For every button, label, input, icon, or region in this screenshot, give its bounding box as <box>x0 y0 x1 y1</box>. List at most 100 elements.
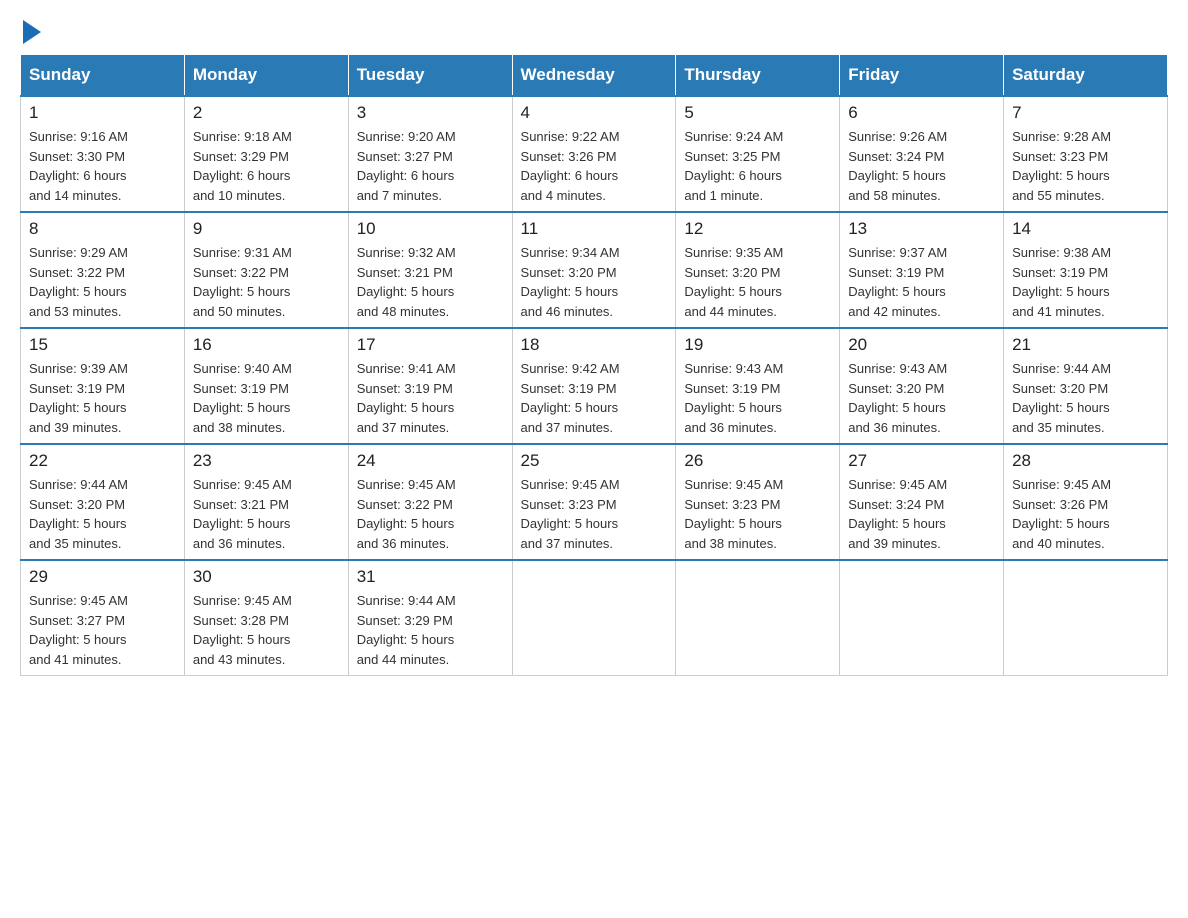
day-number: 17 <box>357 335 504 355</box>
calendar-cell: 13 Sunrise: 9:37 AMSunset: 3:19 PMDayligh… <box>840 212 1004 328</box>
calendar-cell <box>840 560 1004 676</box>
calendar-cell: 20 Sunrise: 9:43 AMSunset: 3:20 PMDayligh… <box>840 328 1004 444</box>
day-number: 5 <box>684 103 831 123</box>
day-info: Sunrise: 9:18 AMSunset: 3:29 PMDaylight:… <box>193 127 340 205</box>
day-number: 30 <box>193 567 340 587</box>
calendar-cell: 25 Sunrise: 9:45 AMSunset: 3:23 PMDayligh… <box>512 444 676 560</box>
day-number: 7 <box>1012 103 1159 123</box>
calendar-cell <box>676 560 840 676</box>
day-number: 26 <box>684 451 831 471</box>
day-info: Sunrise: 9:44 AMSunset: 3:20 PMDaylight:… <box>1012 359 1159 437</box>
day-number: 25 <box>521 451 668 471</box>
logo-arrow-icon <box>23 20 41 44</box>
day-number: 10 <box>357 219 504 239</box>
day-info: Sunrise: 9:35 AMSunset: 3:20 PMDaylight:… <box>684 243 831 321</box>
day-number: 22 <box>29 451 176 471</box>
day-number: 29 <box>29 567 176 587</box>
day-number: 19 <box>684 335 831 355</box>
calendar-cell <box>512 560 676 676</box>
day-info: Sunrise: 9:37 AMSunset: 3:19 PMDaylight:… <box>848 243 995 321</box>
day-info: Sunrise: 9:24 AMSunset: 3:25 PMDaylight:… <box>684 127 831 205</box>
day-number: 20 <box>848 335 995 355</box>
day-info: Sunrise: 9:31 AMSunset: 3:22 PMDaylight:… <box>193 243 340 321</box>
header-wednesday: Wednesday <box>512 55 676 97</box>
day-info: Sunrise: 9:28 AMSunset: 3:23 PMDaylight:… <box>1012 127 1159 205</box>
calendar-cell: 3 Sunrise: 9:20 AMSunset: 3:27 PMDaylight… <box>348 96 512 212</box>
day-number: 14 <box>1012 219 1159 239</box>
day-info: Sunrise: 9:16 AMSunset: 3:30 PMDaylight:… <box>29 127 176 205</box>
day-info: Sunrise: 9:20 AMSunset: 3:27 PMDaylight:… <box>357 127 504 205</box>
day-info: Sunrise: 9:45 AMSunset: 3:23 PMDaylight:… <box>521 475 668 553</box>
day-info: Sunrise: 9:45 AMSunset: 3:22 PMDaylight:… <box>357 475 504 553</box>
day-info: Sunrise: 9:42 AMSunset: 3:19 PMDaylight:… <box>521 359 668 437</box>
day-info: Sunrise: 9:32 AMSunset: 3:21 PMDaylight:… <box>357 243 504 321</box>
day-number: 24 <box>357 451 504 471</box>
calendar-cell: 14 Sunrise: 9:38 AMSunset: 3:19 PMDayligh… <box>1004 212 1168 328</box>
day-number: 8 <box>29 219 176 239</box>
day-info: Sunrise: 9:39 AMSunset: 3:19 PMDaylight:… <box>29 359 176 437</box>
day-number: 4 <box>521 103 668 123</box>
day-number: 3 <box>357 103 504 123</box>
day-info: Sunrise: 9:40 AMSunset: 3:19 PMDaylight:… <box>193 359 340 437</box>
day-number: 23 <box>193 451 340 471</box>
week-row-2: 8 Sunrise: 9:29 AMSunset: 3:22 PMDaylight… <box>21 212 1168 328</box>
calendar-cell: 21 Sunrise: 9:44 AMSunset: 3:20 PMDayligh… <box>1004 328 1168 444</box>
calendar-cell: 30Sunrise: 9:45 AMSunset: 3:28 PMDayligh… <box>184 560 348 676</box>
calendar-table: SundayMondayTuesdayWednesdayThursdayFrid… <box>20 54 1168 676</box>
calendar-cell: 17 Sunrise: 9:41 AMSunset: 3:19 PMDayligh… <box>348 328 512 444</box>
day-info: Sunrise: 9:38 AMSunset: 3:19 PMDaylight:… <box>1012 243 1159 321</box>
header-saturday: Saturday <box>1004 55 1168 97</box>
calendar-cell: 6Sunrise: 9:26 AMSunset: 3:24 PMDaylight… <box>840 96 1004 212</box>
calendar-cell: 9 Sunrise: 9:31 AMSunset: 3:22 PMDaylight… <box>184 212 348 328</box>
day-number: 31 <box>357 567 504 587</box>
header-monday: Monday <box>184 55 348 97</box>
calendar-cell: 15 Sunrise: 9:39 AMSunset: 3:19 PMDayligh… <box>21 328 185 444</box>
day-info: Sunrise: 9:26 AMSunset: 3:24 PMDaylight:… <box>848 127 995 205</box>
calendar-cell: 1 Sunrise: 9:16 AMSunset: 3:30 PMDaylight… <box>21 96 185 212</box>
week-row-1: 1 Sunrise: 9:16 AMSunset: 3:30 PMDaylight… <box>21 96 1168 212</box>
day-info: Sunrise: 9:45 AMSunset: 3:24 PMDaylight:… <box>848 475 995 553</box>
calendar-cell: 11 Sunrise: 9:34 AMSunset: 3:20 PMDayligh… <box>512 212 676 328</box>
calendar-cell: 27Sunrise: 9:45 AMSunset: 3:24 PMDayligh… <box>840 444 1004 560</box>
calendar-cell: 19 Sunrise: 9:43 AMSunset: 3:19 PMDayligh… <box>676 328 840 444</box>
day-number: 9 <box>193 219 340 239</box>
calendar-cell: 22 Sunrise: 9:44 AMSunset: 3:20 PMDayligh… <box>21 444 185 560</box>
calendar-cell: 5 Sunrise: 9:24 AMSunset: 3:25 PMDaylight… <box>676 96 840 212</box>
calendar-cell: 23 Sunrise: 9:45 AMSunset: 3:21 PMDayligh… <box>184 444 348 560</box>
calendar-cell: 18 Sunrise: 9:42 AMSunset: 3:19 PMDayligh… <box>512 328 676 444</box>
week-row-3: 15 Sunrise: 9:39 AMSunset: 3:19 PMDayligh… <box>21 328 1168 444</box>
day-number: 11 <box>521 219 668 239</box>
day-info: Sunrise: 9:45 AMSunset: 3:21 PMDaylight:… <box>193 475 340 553</box>
header-friday: Friday <box>840 55 1004 97</box>
day-number: 1 <box>29 103 176 123</box>
calendar-cell: 26 Sunrise: 9:45 AMSunset: 3:23 PMDayligh… <box>676 444 840 560</box>
day-info: Sunrise: 9:45 AMSunset: 3:26 PMDaylight:… <box>1012 475 1159 553</box>
day-number: 21 <box>1012 335 1159 355</box>
calendar-cell: 29Sunrise: 9:45 AMSunset: 3:27 PMDayligh… <box>21 560 185 676</box>
calendar-cell: 12 Sunrise: 9:35 AMSunset: 3:20 PMDayligh… <box>676 212 840 328</box>
calendar-cell: 28 Sunrise: 9:45 AMSunset: 3:26 PMDayligh… <box>1004 444 1168 560</box>
week-row-5: 29Sunrise: 9:45 AMSunset: 3:27 PMDayligh… <box>21 560 1168 676</box>
day-info: Sunrise: 9:29 AMSunset: 3:22 PMDaylight:… <box>29 243 176 321</box>
calendar-cell: 31 Sunrise: 9:44 AMSunset: 3:29 PMDayligh… <box>348 560 512 676</box>
day-info: Sunrise: 9:44 AMSunset: 3:20 PMDaylight:… <box>29 475 176 553</box>
day-number: 12 <box>684 219 831 239</box>
day-number: 18 <box>521 335 668 355</box>
calendar-cell: 24 Sunrise: 9:45 AMSunset: 3:22 PMDayligh… <box>348 444 512 560</box>
day-info: Sunrise: 9:45 AMSunset: 3:23 PMDaylight:… <box>684 475 831 553</box>
day-info: Sunrise: 9:43 AMSunset: 3:19 PMDaylight:… <box>684 359 831 437</box>
calendar-header-row: SundayMondayTuesdayWednesdayThursdayFrid… <box>21 55 1168 97</box>
week-row-4: 22 Sunrise: 9:44 AMSunset: 3:20 PMDayligh… <box>21 444 1168 560</box>
calendar-cell: 10 Sunrise: 9:32 AMSunset: 3:21 PMDayligh… <box>348 212 512 328</box>
day-info: Sunrise: 9:44 AMSunset: 3:29 PMDaylight:… <box>357 591 504 669</box>
day-info: Sunrise: 9:41 AMSunset: 3:19 PMDaylight:… <box>357 359 504 437</box>
header-thursday: Thursday <box>676 55 840 97</box>
day-info: Sunrise: 9:43 AMSunset: 3:20 PMDaylight:… <box>848 359 995 437</box>
day-info: Sunrise: 9:34 AMSunset: 3:20 PMDaylight:… <box>521 243 668 321</box>
day-number: 28 <box>1012 451 1159 471</box>
day-number: 13 <box>848 219 995 239</box>
calendar-cell: 7 Sunrise: 9:28 AMSunset: 3:23 PMDaylight… <box>1004 96 1168 212</box>
header-sunday: Sunday <box>21 55 185 97</box>
day-number: 16 <box>193 335 340 355</box>
day-number: 15 <box>29 335 176 355</box>
